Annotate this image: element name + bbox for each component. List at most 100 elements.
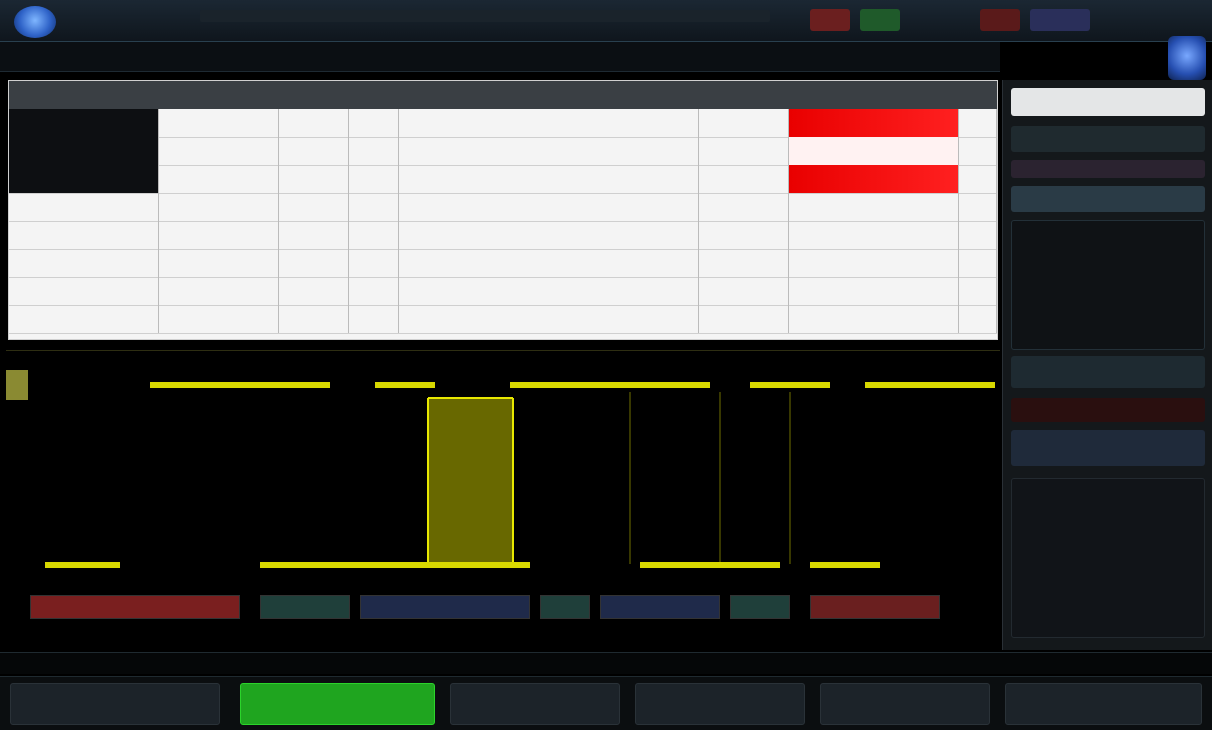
channel-marker[interactable] bbox=[6, 370, 28, 400]
status-badge-4 bbox=[1030, 9, 1090, 31]
right-panel-item[interactable] bbox=[1011, 430, 1205, 466]
table-cell bbox=[399, 249, 699, 277]
table-cell bbox=[699, 165, 789, 193]
table-cell bbox=[279, 305, 349, 333]
table-cell bbox=[159, 165, 279, 193]
column-header-7[interactable] bbox=[699, 81, 789, 109]
table-cell bbox=[279, 109, 349, 137]
column-header-6[interactable] bbox=[399, 81, 699, 109]
table-cell bbox=[399, 137, 699, 165]
right-panel-item[interactable] bbox=[1011, 126, 1205, 152]
table-cell bbox=[399, 305, 699, 333]
table-cell bbox=[159, 249, 279, 277]
right-panel-item[interactable] bbox=[1011, 160, 1205, 178]
table-row[interactable] bbox=[9, 193, 997, 222]
row-left-cell bbox=[9, 277, 159, 305]
right-panel-item[interactable] bbox=[1011, 356, 1205, 388]
column-header-8[interactable] bbox=[789, 81, 959, 109]
table-row[interactable] bbox=[9, 109, 997, 138]
table-cell bbox=[399, 221, 699, 249]
table-cell bbox=[789, 249, 959, 277]
column-header-3[interactable] bbox=[159, 81, 279, 109]
menu-item-2[interactable] bbox=[150, 6, 190, 24]
decode-segment[interactable] bbox=[540, 595, 590, 619]
error-flag-cell bbox=[789, 165, 959, 193]
column-header-1[interactable] bbox=[9, 81, 49, 109]
softkey-button[interactable] bbox=[450, 683, 620, 725]
table-cell bbox=[159, 305, 279, 333]
menu-bar-field[interactable] bbox=[200, 10, 770, 22]
column-header-5[interactable] bbox=[349, 81, 399, 109]
bus-segment bbox=[45, 562, 120, 568]
table-cell bbox=[279, 249, 349, 277]
table-cell bbox=[159, 221, 279, 249]
table-row[interactable] bbox=[9, 221, 997, 250]
row-left-cell bbox=[9, 249, 159, 277]
right-panel-header[interactable] bbox=[1011, 88, 1205, 116]
table-cell bbox=[959, 305, 997, 333]
table-cell bbox=[959, 109, 997, 137]
table-cell bbox=[349, 165, 399, 193]
softkey-button[interactable] bbox=[10, 683, 220, 725]
softkey-button[interactable] bbox=[820, 683, 990, 725]
right-panel-item[interactable] bbox=[1011, 186, 1205, 212]
table-cell bbox=[349, 193, 399, 221]
table-cell bbox=[279, 221, 349, 249]
bus-segment bbox=[640, 562, 780, 568]
table-cell bbox=[699, 109, 789, 137]
bus-segment bbox=[750, 382, 830, 388]
signal-pulse bbox=[428, 398, 513, 564]
table-cell bbox=[959, 249, 997, 277]
table-cell bbox=[699, 137, 789, 165]
bus-segment bbox=[260, 562, 530, 568]
table-cell bbox=[279, 193, 349, 221]
decode-segment[interactable] bbox=[600, 595, 720, 619]
table-cell bbox=[349, 109, 399, 137]
table-row[interactable] bbox=[9, 249, 997, 278]
top-item-4[interactable] bbox=[900, 12, 970, 30]
table-cell bbox=[699, 193, 789, 221]
softkey-button-active[interactable] bbox=[240, 683, 435, 725]
bus-segment bbox=[865, 382, 995, 388]
right-panel-preview bbox=[1011, 220, 1205, 350]
run-stop-button[interactable] bbox=[1168, 36, 1206, 80]
menu-bar bbox=[0, 42, 1000, 72]
decode-segment[interactable] bbox=[810, 595, 940, 619]
column-header-4[interactable] bbox=[279, 81, 349, 109]
table-cell bbox=[349, 277, 399, 305]
table-cell bbox=[959, 137, 997, 165]
bus-segment bbox=[810, 562, 880, 568]
table-row[interactable] bbox=[9, 137, 997, 166]
table-row[interactable] bbox=[9, 277, 997, 306]
decode-segment[interactable] bbox=[360, 595, 530, 619]
decode-table bbox=[8, 80, 998, 340]
decode-segment[interactable] bbox=[260, 595, 350, 619]
row-left-cell bbox=[9, 305, 159, 333]
right-panel-item[interactable] bbox=[1011, 398, 1205, 422]
softkey-button[interactable] bbox=[1005, 683, 1202, 725]
table-cell bbox=[789, 193, 959, 221]
table-cell bbox=[789, 137, 959, 165]
table-cell bbox=[789, 277, 959, 305]
table-cell bbox=[349, 137, 399, 165]
logo-icon[interactable] bbox=[14, 6, 56, 38]
waveform-svg bbox=[45, 382, 995, 568]
table-cell bbox=[399, 193, 699, 221]
right-panel-list bbox=[1011, 478, 1205, 638]
softkey-button[interactable] bbox=[635, 683, 805, 725]
table-row[interactable] bbox=[9, 165, 997, 194]
column-header-9[interactable] bbox=[959, 81, 997, 109]
row-left-cell bbox=[9, 221, 159, 249]
table-header bbox=[9, 81, 997, 109]
status-badge-1 bbox=[810, 9, 850, 31]
decode-segment[interactable] bbox=[30, 595, 240, 619]
table-cell bbox=[349, 221, 399, 249]
menu-item-1[interactable] bbox=[70, 6, 130, 24]
table-cell bbox=[349, 249, 399, 277]
row-left-cell bbox=[9, 109, 159, 137]
column-header-2[interactable] bbox=[49, 81, 159, 109]
decode-segment[interactable] bbox=[730, 595, 790, 619]
table-cell bbox=[159, 137, 279, 165]
error-flag-cell bbox=[789, 109, 959, 137]
table-row[interactable] bbox=[9, 305, 997, 334]
